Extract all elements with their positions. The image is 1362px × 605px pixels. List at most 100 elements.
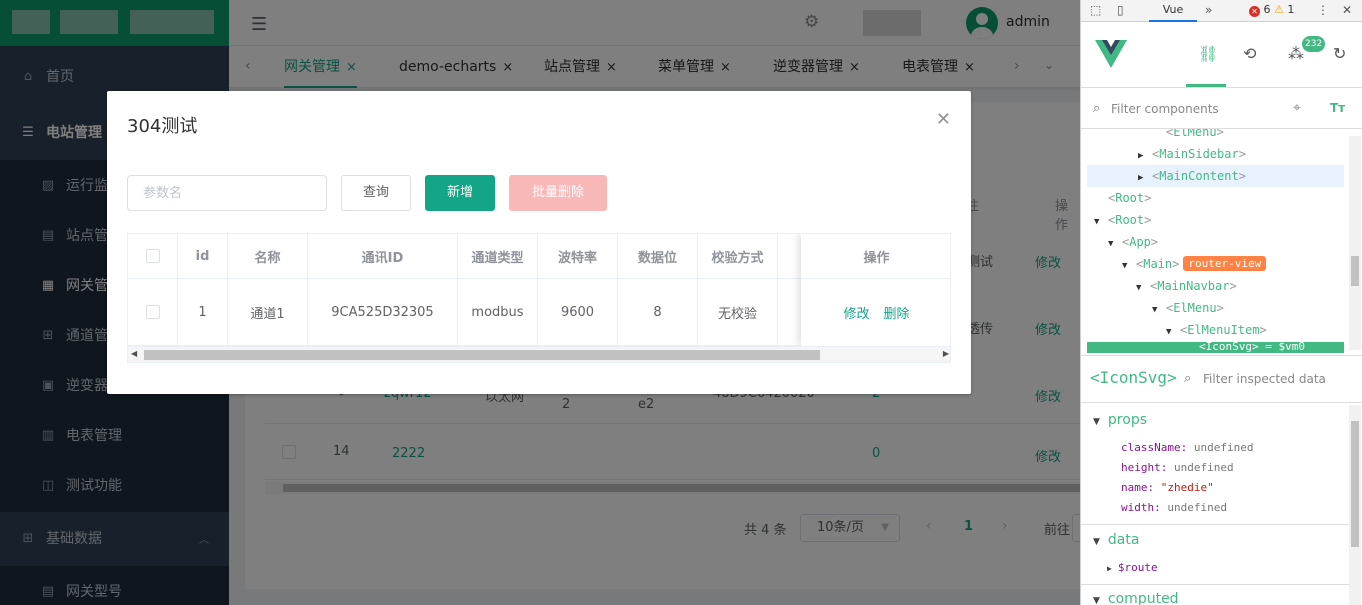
tree-node[interactable]: ▶ <MainSidebar>	[1138, 143, 1246, 165]
add-button[interactable]: 新增	[425, 175, 495, 211]
param-name-input[interactable]	[127, 175, 327, 211]
name-cell: 通道1	[228, 279, 308, 345]
inspector-header: <IconSvg> ⌕ Filter inspected data	[1081, 355, 1362, 403]
props-section-toggle[interactable]: ▼ props	[1093, 412, 1147, 428]
devtools-panel: ⬚ ▯ Vue » ✕ 6 ⚠ 1 ⋮ ✕ ⛓ ⟲ ⁂ 232 ↻ ⌕ Filt…	[1080, 0, 1362, 605]
refresh-icon[interactable]: ↻	[1333, 44, 1346, 63]
component-count-badge: 232	[1302, 36, 1326, 52]
expand-icon: ▶	[1107, 564, 1112, 573]
prop-key: width:	[1121, 501, 1161, 514]
computed-section-toggle[interactable]: ▼ computed	[1093, 591, 1179, 605]
search-icon: ⌕	[1093, 101, 1101, 116]
format-icon[interactable]: Tт	[1330, 101, 1345, 115]
data-row[interactable]: ▶ $route	[1107, 561, 1158, 574]
vue-devtools-toolbar: ⛓ ⟲ ⁂ 232 ↻	[1081, 22, 1362, 88]
kebab-menu-icon[interactable]: ⋮	[1317, 3, 1329, 17]
history-icon[interactable]: ⟲	[1243, 44, 1256, 63]
tree-node[interactable]: ▼ <ElMenuItem>	[1166, 319, 1267, 341]
channel-table: id 名称 通讯ID 通道类型 波特率 数据位 校验方式 停 1 通道1 9CA…	[127, 233, 951, 363]
expand-toggle-icon[interactable]: ▼	[1152, 299, 1166, 321]
section-title: props	[1107, 412, 1148, 428]
delete-link[interactable]: 删除	[884, 303, 910, 322]
column-header-id[interactable]: id	[178, 234, 228, 278]
tree-node[interactable]: ▼ <MainNavbar>	[1136, 275, 1237, 297]
scroll-right-arrow-icon[interactable]: ▶	[943, 349, 949, 358]
column-header-operation: 操作	[801, 234, 950, 279]
error-warning-counter[interactable]: ✕ 6 ⚠ 1	[1249, 3, 1294, 17]
search-icon: ⌕	[1184, 371, 1192, 386]
prop-value: undefined	[1193, 441, 1254, 454]
prop-key: name:	[1121, 481, 1155, 494]
prop-row: className: undefined	[1121, 441, 1253, 454]
horizontal-scrollbar[interactable]: ◀ ▶	[128, 346, 950, 362]
tree-node[interactable]: ▶ <MainContent>	[1138, 165, 1246, 187]
prop-row: width: undefined	[1121, 501, 1227, 514]
vue-logo-icon	[1095, 40, 1127, 68]
filter-inspected-input[interactable]: Filter inspected data	[1203, 372, 1326, 386]
scrollbar-thumb[interactable]	[144, 350, 820, 360]
expand-toggle-icon[interactable]: ▼	[1108, 233, 1122, 255]
selected-tree-node[interactable]: <IconSvg> = $vm0	[1087, 342, 1344, 353]
tab-vue[interactable]: Vue	[1149, 0, 1197, 22]
close-icon[interactable]: ✕	[1342, 3, 1352, 17]
node-name: App	[1129, 235, 1151, 249]
select-all-checkbox[interactable]	[145, 249, 160, 263]
column-header-baud-rate[interactable]: 波特率	[538, 234, 618, 278]
expand-toggle-icon[interactable]: ▼	[1136, 277, 1150, 299]
close-icon[interactable]: ✕	[936, 109, 951, 130]
components-tree-icon[interactable]: ⛓	[1198, 44, 1218, 63]
component-tree: <ElMenu> ▶ <MainSidebar> ▶ <MainContent> <…	[1081, 129, 1349, 353]
error-count: 6	[1263, 3, 1271, 16]
expand-toggle-icon[interactable]: ▶	[1138, 145, 1152, 167]
tree-node[interactable]: <Root>	[1108, 187, 1151, 209]
tree-node[interactable]: ▼ <ElMenu>	[1152, 297, 1224, 319]
tree-node[interactable]: <ElMenu>	[1166, 129, 1224, 143]
inspect-element-icon[interactable]: ⬚	[1090, 3, 1101, 17]
column-header-comm-id[interactable]: 通讯ID	[308, 234, 458, 278]
expand-toggle-icon[interactable]: ▶	[1138, 167, 1152, 189]
channel-type-cell: modbus	[458, 279, 538, 345]
collapse-icon: ▼	[1093, 537, 1100, 547]
id-cell: 1	[178, 279, 228, 345]
select-component-icon[interactable]: ⌖	[1293, 100, 1301, 116]
expand-toggle-icon[interactable]: ▼	[1094, 211, 1108, 233]
tree-node[interactable]: ▼ <Main> router-view	[1122, 253, 1267, 277]
data-section-toggle[interactable]: ▼ data	[1093, 532, 1139, 548]
devtools-tabbar: ⬚ ▯ Vue » ✕ 6 ⚠ 1 ⋮ ✕	[1081, 0, 1362, 22]
edit-link[interactable]: 修改	[843, 303, 869, 322]
inspected-component-name: <IconSvg>	[1090, 368, 1177, 387]
scrollbar-thumb[interactable]	[1351, 256, 1359, 286]
section-title: data	[1107, 532, 1140, 548]
tree-node[interactable]: ▼ <App>	[1108, 231, 1158, 253]
batch-delete-button[interactable]: 批量删除	[509, 175, 607, 211]
tree-node[interactable]: ▼ <Root>	[1094, 209, 1151, 231]
prop-row: height: undefined	[1121, 461, 1234, 474]
row-checkbox[interactable]	[145, 305, 160, 319]
data-bits-cell: 8	[618, 279, 698, 345]
device-toolbar-icon[interactable]: ▯	[1117, 3, 1124, 17]
column-header-name[interactable]: 名称	[228, 234, 308, 278]
column-header-data-bits[interactable]: 数据位	[618, 234, 698, 278]
error-icon: ✕	[1249, 6, 1260, 17]
expand-toggle-icon[interactable]: ▼	[1122, 255, 1136, 277]
node-name: ElMenu	[1173, 129, 1217, 139]
query-button[interactable]: 查询	[341, 175, 411, 211]
tree-scrollbar[interactable]	[1349, 136, 1361, 350]
node-name: Root	[1115, 191, 1145, 205]
scrollbar-thumb[interactable]	[1351, 421, 1359, 547]
node-name: MainSidebar	[1159, 147, 1239, 161]
fixed-operation-column: 操作 修改 删除	[801, 234, 950, 346]
prop-key: className:	[1121, 441, 1188, 454]
inspector-scrollbar[interactable]	[1349, 405, 1361, 605]
dialog: 304测试 ✕ 查询 新增 批量删除 id 名称 通讯ID 通道类型 波特率 数…	[107, 91, 971, 394]
column-header-check-mode[interactable]: 校验方式	[698, 234, 778, 278]
node-name: MainContent	[1159, 169, 1239, 183]
section-divider	[1081, 524, 1349, 525]
scroll-left-arrow-icon[interactable]: ◀	[131, 349, 137, 358]
filter-components-input[interactable]: Filter components	[1111, 102, 1219, 116]
header-checkbox-cell	[128, 234, 178, 278]
more-tabs-icon[interactable]: »	[1205, 3, 1212, 17]
column-header-channel-type[interactable]: 通道类型	[458, 234, 538, 278]
expand-toggle-icon[interactable]: ▼	[1166, 321, 1180, 343]
component-filter[interactable]: ⌕ Filter components ⌖ Tт	[1081, 89, 1362, 129]
